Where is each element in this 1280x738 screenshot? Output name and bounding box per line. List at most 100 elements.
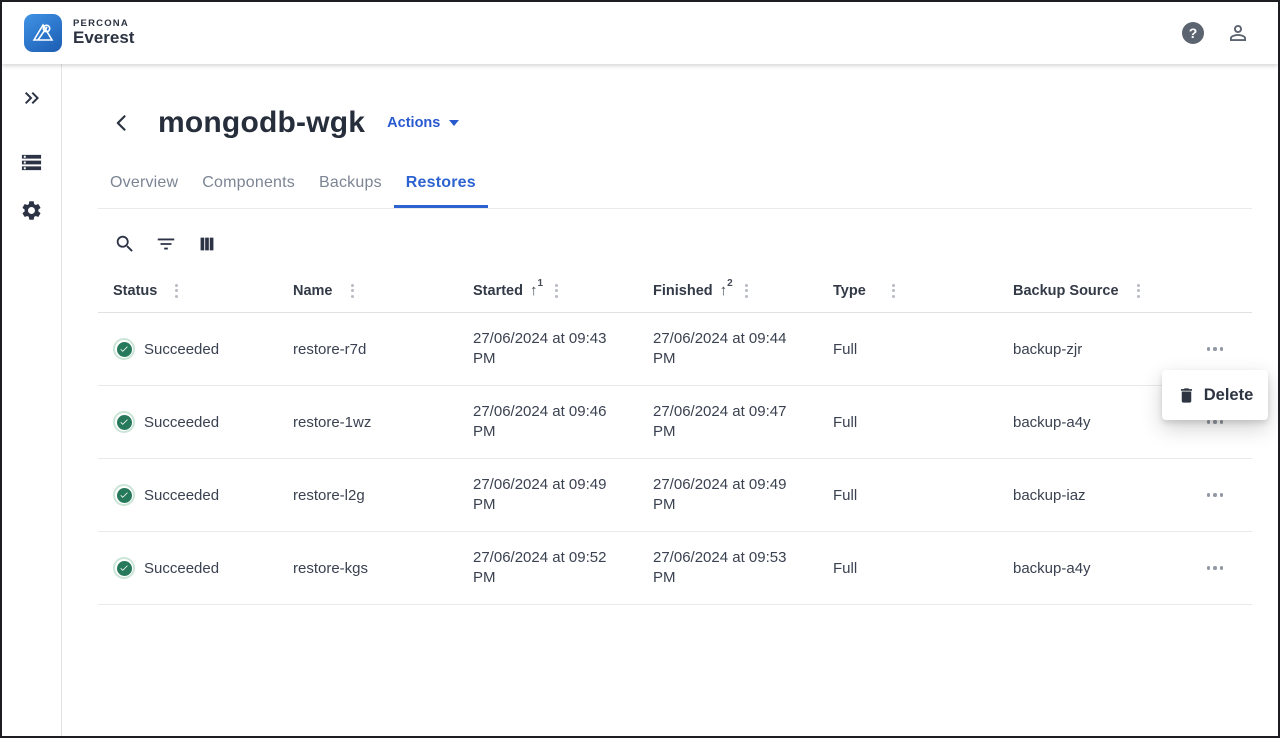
page-header: mongodb-wgk Actions (98, 106, 1252, 140)
started-cell: 27/06/2024 at 09:43 PM (458, 329, 638, 369)
status-cell: Succeeded (98, 557, 278, 579)
table-row[interactable]: Succeeded restore-r7d 27/06/2024 at 09:4… (98, 313, 1252, 386)
status-cell: Succeeded (98, 338, 278, 360)
account-button[interactable] (1226, 21, 1250, 45)
column-label: Backup Source (1013, 283, 1119, 299)
sidebar-item-databases[interactable] (18, 150, 46, 174)
page-title: mongodb-wgk (158, 106, 365, 140)
type-cell: Full (818, 414, 998, 431)
status-label: Succeeded (144, 414, 219, 431)
column-header-type[interactable]: Type (818, 282, 998, 300)
column-menu-icon[interactable] (173, 282, 180, 300)
backup-source-cell: backup-zjr (998, 341, 1178, 358)
gear-icon (20, 199, 43, 222)
name-cell: restore-r7d (278, 341, 458, 358)
column-header-backup-source[interactable]: Backup Source (998, 282, 1178, 300)
filter-icon (155, 233, 177, 255)
type-cell: Full (818, 341, 998, 358)
search-icon (114, 233, 136, 255)
success-icon (113, 338, 135, 360)
column-menu-icon[interactable] (743, 282, 750, 300)
column-menu-icon[interactable] (349, 282, 356, 300)
success-icon (113, 557, 135, 579)
tab-components[interactable]: Components (190, 164, 307, 208)
tab-bar: Overview Components Backups Restores (98, 164, 1252, 209)
column-header-status[interactable]: Status (98, 282, 278, 300)
appbar-actions: ? (1182, 21, 1250, 45)
backup-source-cell: backup-a4y (998, 560, 1178, 577)
column-label: Finished (653, 283, 713, 299)
actions-cell (1178, 341, 1252, 357)
sidebar-expand-button[interactable] (18, 86, 46, 110)
status-cell: Succeeded (98, 411, 278, 433)
tab-overview[interactable]: Overview (98, 164, 190, 208)
column-menu-icon[interactable] (890, 282, 897, 300)
ellipsis-icon (1207, 566, 1224, 570)
help-button[interactable]: ? (1182, 22, 1204, 44)
started-cell: 27/06/2024 at 09:52 PM (458, 548, 638, 588)
delete-menu-item[interactable]: Delete (1177, 386, 1254, 405)
success-icon (113, 484, 135, 506)
columns-button[interactable] (196, 233, 218, 255)
sort-asc-icon[interactable]: ↑2 (720, 283, 733, 298)
type-cell: Full (818, 487, 998, 504)
type-cell: Full (818, 560, 998, 577)
everest-logo-icon (24, 14, 62, 52)
name-cell: restore-kgs (278, 560, 458, 577)
table-header-row: Status Name Started ↑1 (98, 269, 1252, 313)
delete-menu-label: Delete (1204, 386, 1254, 405)
column-menu-icon[interactable] (553, 282, 560, 300)
brand-home-link[interactable]: PERCONA Everest (24, 14, 134, 52)
app-window: PERCONA Everest ? (0, 0, 1280, 738)
sidebar (2, 64, 62, 736)
restores-table: Status Name Started ↑1 (98, 269, 1252, 605)
row-actions-button[interactable] (1201, 341, 1230, 357)
main-content: mongodb-wgk Actions Overview Components … (63, 64, 1278, 736)
ellipsis-icon (1207, 493, 1224, 497)
brand-everest-label: Everest (73, 29, 134, 47)
row-actions-button[interactable] (1201, 487, 1230, 503)
status-label: Succeeded (144, 560, 219, 577)
row-context-menu: Delete (1162, 370, 1268, 420)
person-icon (1226, 21, 1250, 45)
tab-restores[interactable]: Restores (394, 164, 488, 208)
filter-button[interactable] (155, 233, 177, 255)
row-actions-button[interactable] (1201, 560, 1230, 576)
trash-icon (1177, 386, 1196, 405)
column-label: Started (473, 283, 523, 299)
back-button[interactable] (112, 113, 132, 133)
ellipsis-icon (1207, 347, 1224, 351)
column-menu-icon[interactable] (1135, 282, 1142, 300)
started-cell: 27/06/2024 at 09:49 PM (458, 475, 638, 515)
column-header-name[interactable]: Name (278, 282, 458, 300)
column-label: Status (113, 283, 157, 299)
table-row[interactable]: Succeeded restore-kgs 27/06/2024 at 09:5… (98, 532, 1252, 605)
search-button[interactable] (114, 233, 136, 255)
finished-cell: 27/06/2024 at 09:53 PM (638, 548, 818, 588)
column-header-started[interactable]: Started ↑1 (458, 282, 638, 300)
actions-dropdown-button[interactable]: Actions (387, 115, 459, 131)
sidebar-item-settings[interactable] (18, 198, 46, 222)
column-header-finished[interactable]: Finished ↑2 (638, 282, 818, 300)
help-icon: ? (1182, 22, 1204, 44)
actions-label: Actions (387, 115, 440, 131)
databases-list-icon (20, 151, 43, 174)
sort-asc-icon[interactable]: ↑1 (530, 283, 543, 298)
finished-cell: 27/06/2024 at 09:47 PM (638, 402, 818, 442)
sort-order-badge: 2 (727, 279, 733, 289)
chevron-down-icon (449, 120, 459, 126)
status-cell: Succeeded (98, 484, 278, 506)
ellipsis-icon (1207, 420, 1224, 424)
status-label: Succeeded (144, 487, 219, 504)
app-bar: PERCONA Everest ? (2, 2, 1278, 64)
tab-backups[interactable]: Backups (307, 164, 394, 208)
table-row[interactable]: Succeeded restore-l2g 27/06/2024 at 09:4… (98, 459, 1252, 532)
table-row[interactable]: Succeeded restore-1wz 27/06/2024 at 09:4… (98, 386, 1252, 459)
column-label: Type (833, 283, 866, 299)
brand-text: PERCONA Everest (73, 19, 134, 47)
started-cell: 27/06/2024 at 09:46 PM (458, 402, 638, 442)
finished-cell: 27/06/2024 at 09:49 PM (638, 475, 818, 515)
column-label: Name (293, 283, 333, 299)
chevron-left-icon (112, 113, 132, 133)
success-icon (113, 411, 135, 433)
